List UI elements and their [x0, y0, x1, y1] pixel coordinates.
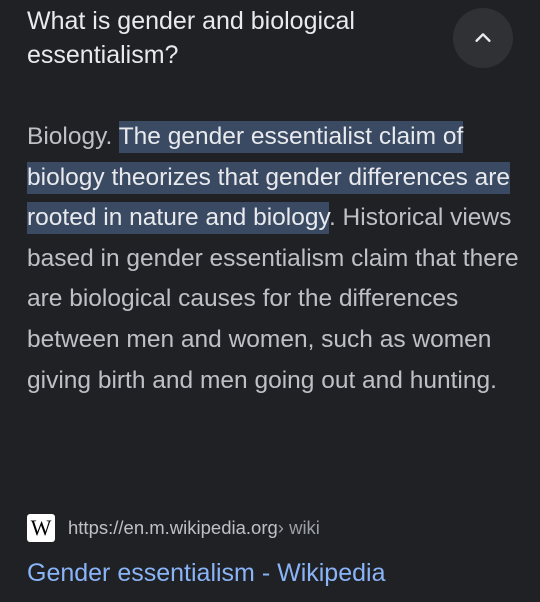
question-heading[interactable]: What is gender and biological essentiali… [27, 4, 427, 72]
source-line[interactable]: W https://en.m.wikipedia.org › wiki [27, 514, 320, 542]
result-title-link[interactable]: Gender essentialism - Wikipedia [27, 556, 385, 590]
answer-lead: Biology. [27, 123, 113, 150]
source-url: https://en.m.wikipedia.org [68, 517, 278, 538]
chevron-up-icon [475, 33, 491, 42]
wikipedia-logo-icon: W [27, 514, 55, 542]
source-path: › wiki [277, 517, 320, 538]
answer-snippet: Biology. The gender essentialist claim o… [27, 117, 522, 401]
collapse-button[interactable] [453, 8, 513, 68]
